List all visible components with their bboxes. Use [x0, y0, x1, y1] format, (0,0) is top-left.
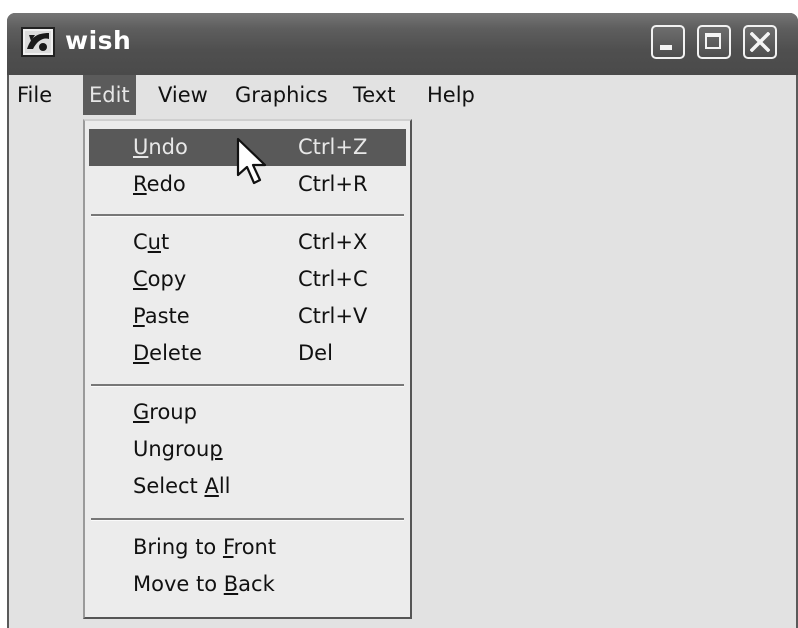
menu-item-group[interactable]: Group — [89, 394, 406, 431]
label-suffix: ll — [218, 474, 231, 498]
menu-item-ungroup[interactable]: Ungroup — [89, 431, 406, 468]
menu-edit[interactable]: Edit — [83, 75, 136, 115]
menu-item-label: Copy — [133, 261, 186, 298]
menu-item-label: Group — [133, 394, 197, 431]
menu-bar: File Edit View Graphics Text Help — [9, 75, 796, 115]
mnemonic-key: p — [209, 437, 223, 461]
menu-item-label: Bring to Front — [133, 529, 276, 566]
close-icon — [750, 32, 770, 52]
menu-item-label: Move to Back — [133, 566, 275, 603]
menu-item-label: Delete — [133, 335, 202, 372]
window-title: wish — [65, 26, 132, 55]
menu-item-shortcut: Ctrl+C — [298, 267, 368, 291]
close-button[interactable] — [743, 25, 777, 59]
menu-item-label: Paste — [133, 298, 190, 335]
label-prefix: C — [133, 230, 148, 254]
label-suffix: elete — [149, 341, 202, 365]
label-suffix: roup — [149, 400, 197, 424]
label-prefix: Bring to — [133, 535, 223, 559]
app-window: wish File Edit View Graphics Text Help U… — [7, 13, 798, 628]
menu-help[interactable]: Help — [421, 75, 481, 115]
menu-item-redo[interactable]: Redo Ctrl+R — [89, 166, 406, 203]
minimize-button[interactable] — [651, 25, 685, 59]
menu-item-shortcut: Del — [298, 341, 333, 365]
maximize-button[interactable] — [697, 25, 731, 59]
menu-item-select-all[interactable]: Select All — [89, 468, 406, 505]
menu-item-delete[interactable]: Delete Del — [89, 335, 406, 372]
menu-item-paste[interactable]: Paste Ctrl+V — [89, 298, 406, 335]
menu-item-label: Undo — [133, 129, 188, 166]
mnemonic-key: A — [204, 474, 219, 498]
mnemonic-key: B — [223, 572, 239, 596]
client-area: File Edit View Graphics Text Help Undo C… — [9, 75, 796, 628]
menu-item-copy[interactable]: Copy Ctrl+C — [89, 261, 406, 298]
menu-file[interactable]: File — [11, 75, 58, 115]
minimize-icon — [660, 45, 672, 50]
menu-item-move-to-back[interactable]: Move to Back — [89, 566, 406, 603]
edit-menu-dropdown: Undo Ctrl+Z Redo Ctrl+R Cut Ctrl+X Copy … — [83, 119, 412, 619]
menu-item-bring-to-front[interactable]: Bring to Front — [89, 529, 406, 566]
label-prefix: Select — [133, 474, 205, 498]
menu-item-shortcut: Ctrl+Z — [298, 135, 368, 159]
menu-item-shortcut: Ctrl+V — [298, 304, 368, 328]
mnemonic-key: F — [222, 535, 234, 559]
menu-item-undo[interactable]: Undo Ctrl+Z — [89, 129, 406, 166]
menu-separator — [91, 518, 404, 521]
menu-text[interactable]: Text — [347, 75, 401, 115]
menu-item-shortcut: Ctrl+R — [298, 172, 368, 196]
mnemonic-key: G — [133, 400, 150, 424]
mnemonic-key: U — [133, 135, 149, 159]
title-bar[interactable]: wish — [7, 13, 798, 75]
label-prefix: Ungrou — [133, 437, 210, 461]
label-suffix: ack — [238, 572, 275, 596]
menu-item-shortcut: Ctrl+X — [298, 230, 368, 254]
menu-graphics[interactable]: Graphics — [229, 75, 334, 115]
mnemonic-key: P — [133, 304, 145, 328]
mnemonic-key: R — [133, 172, 147, 196]
label-suffix: t — [160, 230, 170, 254]
menu-item-label: Redo — [133, 166, 186, 203]
mnemonic-key: C — [133, 267, 148, 291]
mnemonic-key: u — [147, 230, 161, 254]
label-suffix: aste — [144, 304, 190, 328]
menu-item-cut[interactable]: Cut Ctrl+X — [89, 224, 406, 261]
menu-item-label: Ungroup — [133, 431, 223, 468]
app-icon — [21, 27, 55, 57]
menu-item-label: Select All — [133, 468, 231, 505]
menu-view[interactable]: View — [152, 75, 214, 115]
label-prefix: Move to — [133, 572, 224, 596]
label-suffix: opy — [147, 267, 187, 291]
label-suffix: ront — [233, 535, 277, 559]
menu-item-label: Cut — [133, 224, 169, 261]
menu-separator — [91, 384, 404, 387]
maximize-icon — [705, 33, 721, 49]
label-suffix: ndo — [148, 135, 188, 159]
menu-separator — [91, 214, 404, 217]
mnemonic-key: D — [133, 341, 150, 365]
label-suffix: edo — [146, 172, 186, 196]
